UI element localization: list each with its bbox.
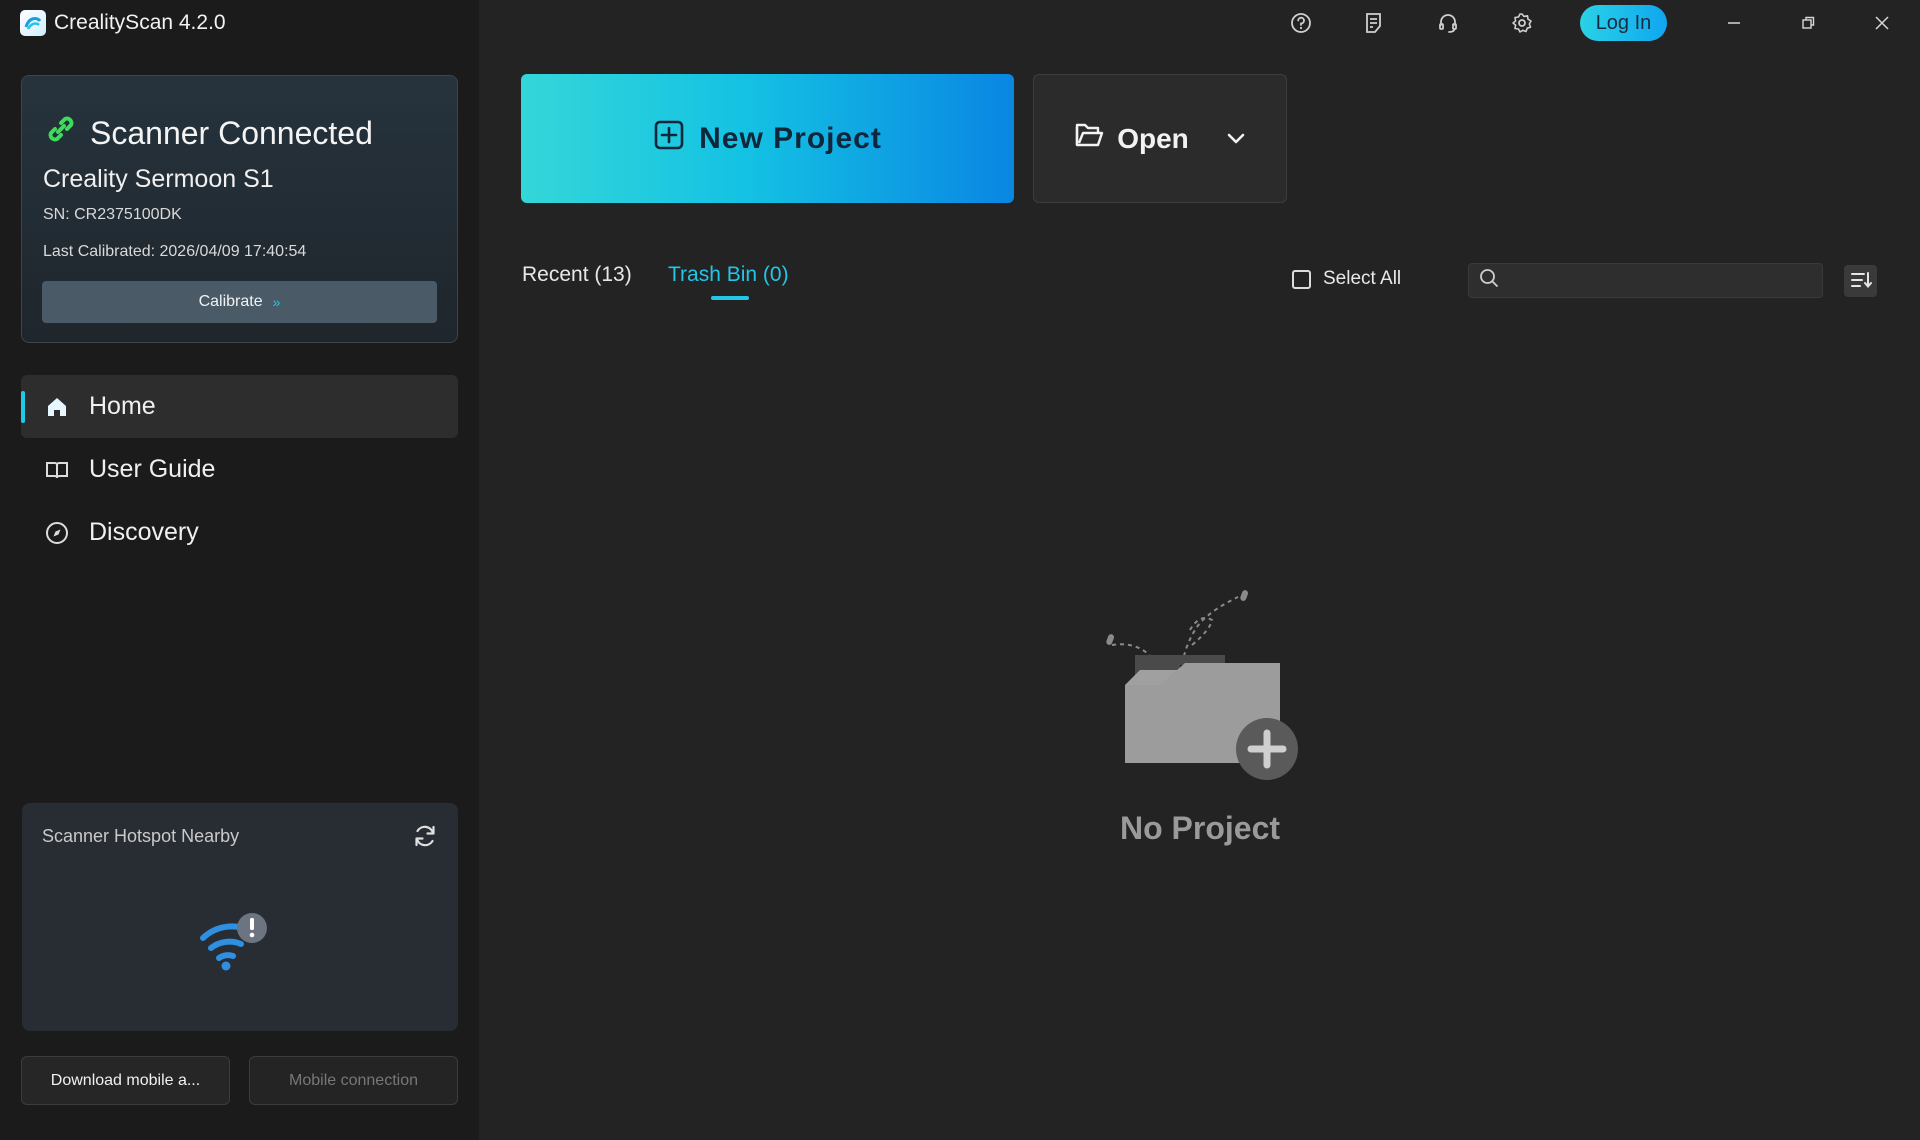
hotspot-title: Scanner Hotspot Nearby	[42, 826, 240, 846]
sidebar-item-home[interactable]: Home	[21, 375, 458, 438]
sidebar-item-label: Discovery	[89, 518, 199, 546]
login-button[interactable]: Log In	[1580, 5, 1667, 41]
sidebar-item-label: User Guide	[89, 455, 216, 483]
book-icon	[45, 458, 69, 482]
scanner-status-card: Scanner Connected Creality Sermoon S1 SN…	[21, 75, 458, 343]
compass-icon	[45, 521, 69, 545]
app-title: CrealityScan 4.2.0	[54, 11, 226, 34]
mobile-connection-button[interactable]: Mobile connection	[249, 1056, 458, 1105]
open-label: Open	[1117, 122, 1189, 154]
sidebar-nav: Home User Guide Discovery	[21, 375, 458, 564]
restore-window-icon[interactable]	[1796, 11, 1820, 35]
calibrate-button[interactable]: Calibrate »	[42, 281, 437, 323]
search-input[interactable]	[1507, 271, 1807, 290]
select-all-checkbox[interactable]: Select All	[1292, 268, 1401, 290]
open-button[interactable]: Open	[1033, 74, 1287, 203]
search-icon	[1479, 268, 1499, 293]
calibrate-label: Calibrate	[198, 293, 263, 310]
release-notes-icon[interactable]	[1362, 11, 1386, 35]
empty-state-text: No Project	[1119, 810, 1281, 846]
folder-open-icon	[1075, 121, 1105, 156]
search-box[interactable]	[1468, 263, 1823, 298]
scanner-status: Scanner Connected	[44, 112, 373, 154]
app-title-bar: CrealityScan 4.2.0	[20, 10, 226, 36]
refresh-icon[interactable]	[412, 823, 438, 849]
link-icon	[44, 112, 78, 154]
chevron-down-icon[interactable]	[1227, 133, 1245, 145]
active-tab-indicator	[711, 296, 749, 300]
support-headset-icon[interactable]	[1436, 11, 1460, 35]
sort-icon	[1850, 270, 1872, 293]
sort-button[interactable]	[1844, 265, 1877, 297]
settings-gear-icon[interactable]	[1510, 11, 1534, 35]
empty-folder-illustration-icon	[1100, 585, 1305, 785]
home-icon	[45, 395, 69, 419]
help-icon[interactable]	[1289, 11, 1313, 35]
sidebar: CrealityScan 4.2.0 Scanner Connected Cre…	[0, 0, 479, 1140]
minimize-icon[interactable]	[1722, 11, 1746, 35]
sidebar-item-label: Home	[89, 392, 156, 420]
new-project-label: New Project	[699, 121, 882, 155]
new-project-button[interactable]: New Project	[521, 74, 1014, 203]
scanner-model: Creality Sermoon S1	[43, 165, 274, 193]
sidebar-item-discovery[interactable]: Discovery	[21, 501, 458, 564]
wifi-warning-icon	[197, 908, 277, 973]
tab-recent[interactable]: Recent (13)	[522, 263, 632, 287]
scanner-serial: SN: CR2375100DK	[43, 206, 182, 223]
scanner-status-text: Scanner Connected	[90, 114, 373, 151]
scanner-hotspot-card: Scanner Hotspot Nearby	[22, 803, 458, 1031]
sidebar-item-user-guide[interactable]: User Guide	[21, 438, 458, 501]
checkbox[interactable]	[1292, 269, 1311, 289]
app-logo-icon	[20, 10, 46, 36]
close-icon[interactable]	[1870, 11, 1894, 35]
download-mobile-app-button[interactable]: Download mobile a...	[21, 1056, 230, 1105]
last-calibrated: Last Calibrated: 2026/04/09 17:40:54	[43, 243, 307, 260]
select-all-label: Select All	[1323, 268, 1402, 289]
plus-square-icon	[653, 119, 685, 159]
double-chevron-right-icon: »	[272, 294, 281, 310]
tab-trash-bin[interactable]: Trash Bin (0)	[668, 263, 789, 287]
